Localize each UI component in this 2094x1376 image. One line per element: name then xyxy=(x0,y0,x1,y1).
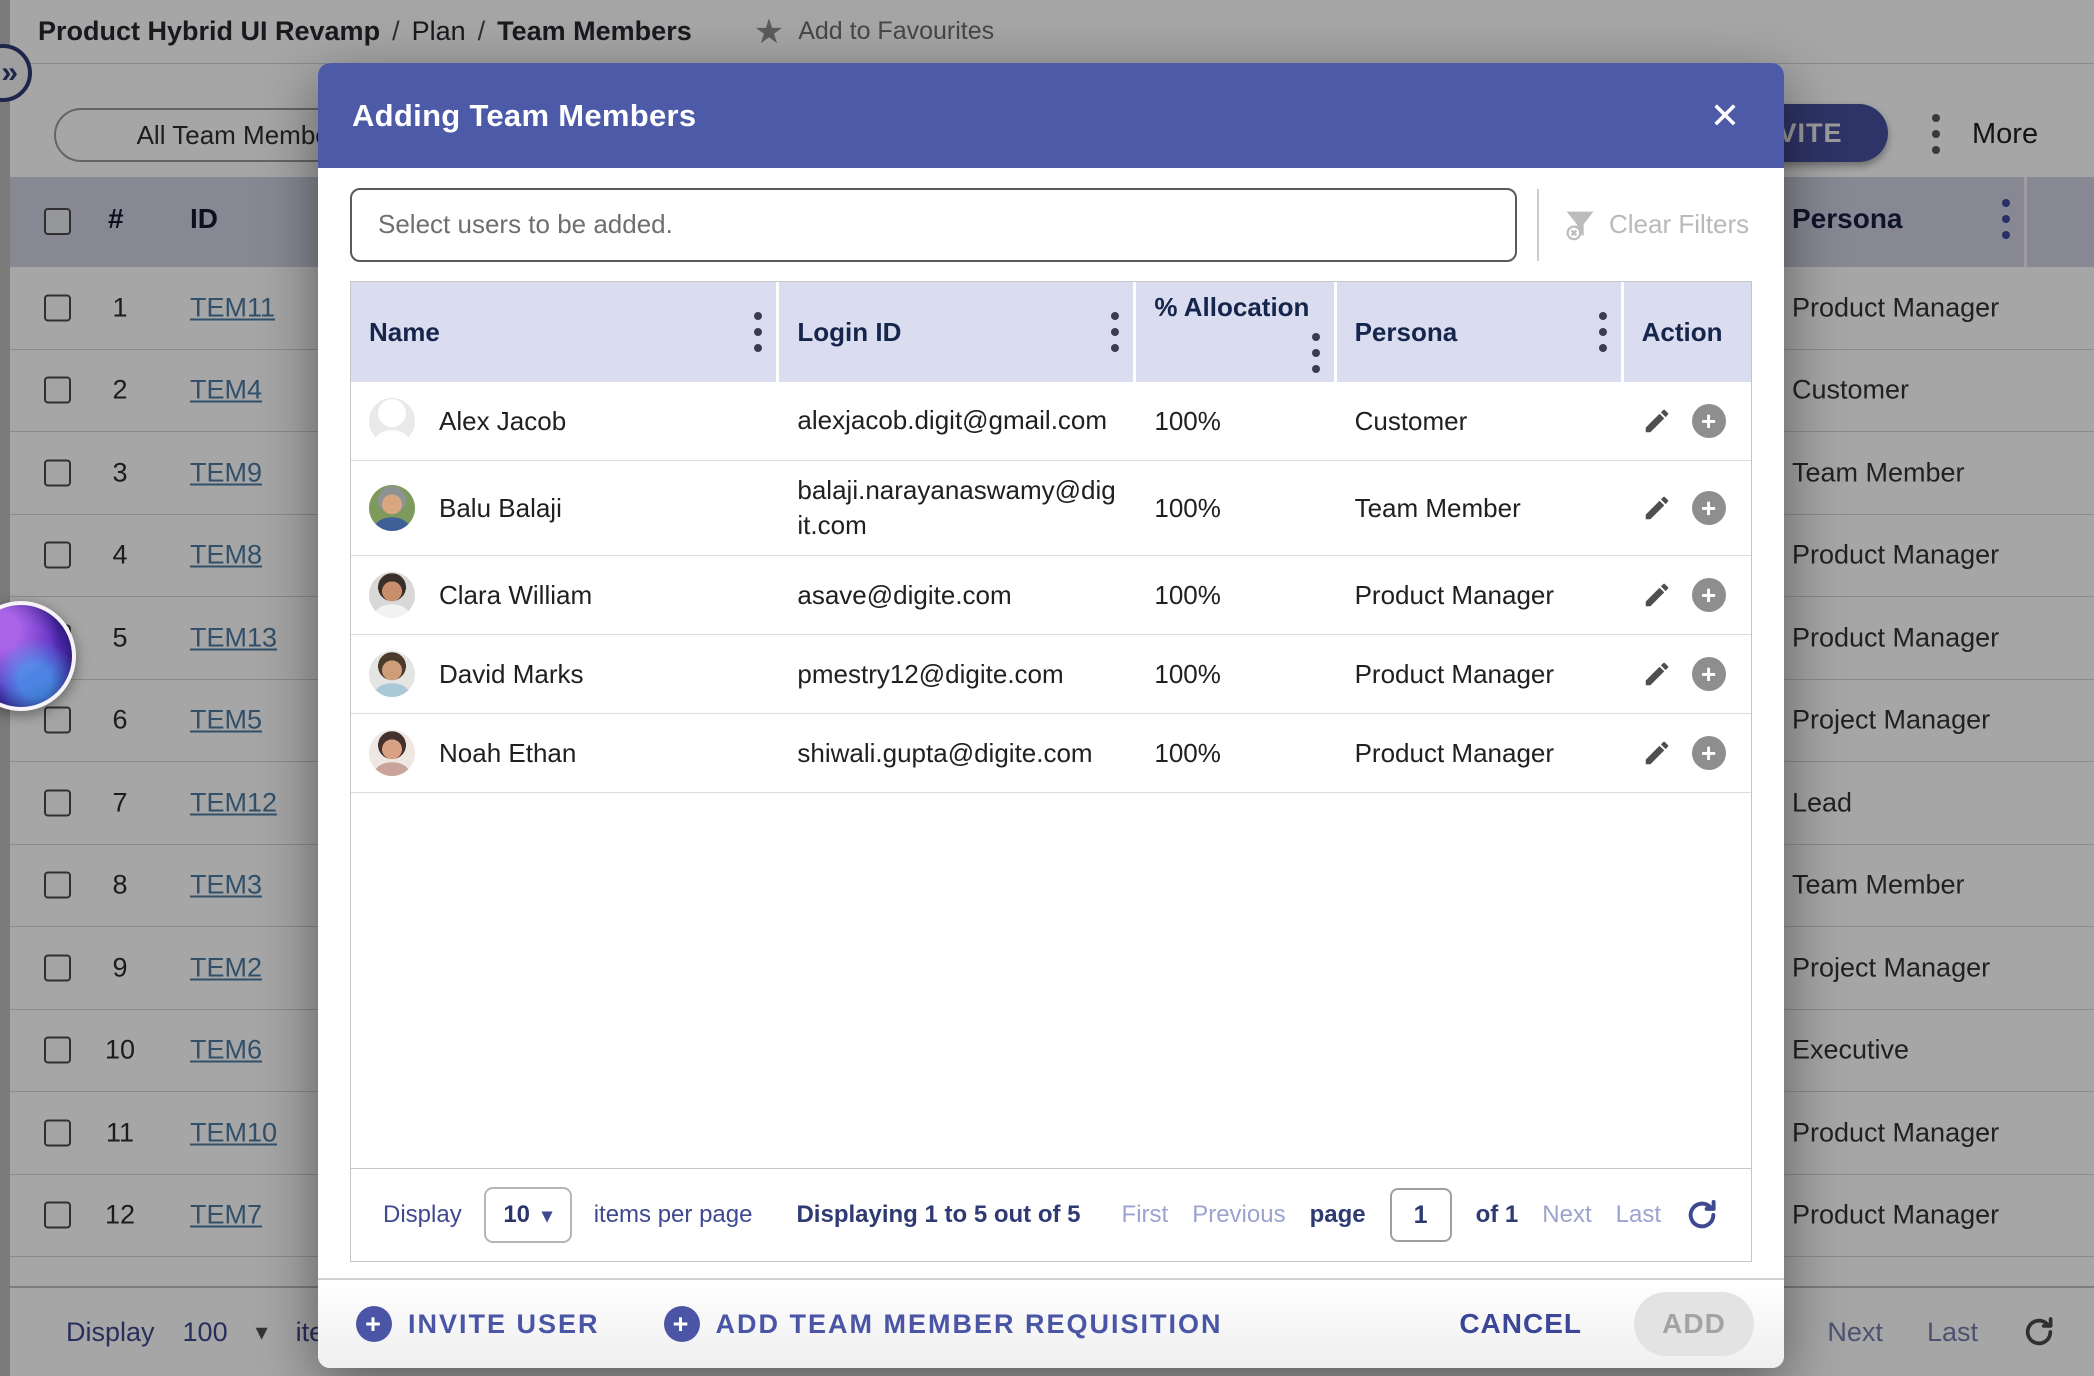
users-table-header: Name Login ID % Allocation Persona Actio… xyxy=(351,282,1751,382)
table-pagination: Display 10 ▾ items per page Displaying 1… xyxy=(351,1168,1751,1261)
kebab-icon[interactable] xyxy=(1598,312,1607,352)
add-user-icon[interactable]: + xyxy=(1691,404,1726,438)
user-search-input[interactable] xyxy=(350,187,1517,262)
divider xyxy=(1537,188,1539,261)
col-login-label: Login ID xyxy=(797,316,902,347)
avatar xyxy=(369,398,415,444)
user-login-id: alexjacob.digit@gmail.com xyxy=(797,405,1108,436)
first-page-link[interactable]: First xyxy=(1122,1201,1169,1229)
invite-user-button[interactable]: + INVITE USER xyxy=(356,1306,600,1342)
add-button[interactable]: ADD xyxy=(1634,1292,1754,1356)
display-label: Display xyxy=(383,1201,462,1228)
user-login-id: shiwali.gupta@digite.com xyxy=(797,737,1093,768)
kebab-icon[interactable] xyxy=(754,312,763,352)
user-row: David Marks pmestry12@digite.com 100% Produ… xyxy=(351,635,1751,715)
user-login-id: asave@digite.com xyxy=(797,579,1012,610)
user-allocation: 100% xyxy=(1154,405,1221,436)
screen: Product Hybrid UI Revamp / Plan / Team M… xyxy=(0,0,2094,1376)
items-per-page-label: items per page xyxy=(593,1201,753,1228)
next-page-link[interactable]: Next xyxy=(1542,1201,1591,1229)
avatar xyxy=(369,485,415,532)
col-persona[interactable]: Persona xyxy=(1337,282,1624,382)
plus-icon: + xyxy=(356,1306,392,1342)
edit-icon[interactable] xyxy=(1642,493,1672,523)
avatar xyxy=(369,651,415,698)
avatar xyxy=(369,572,415,619)
edit-icon[interactable] xyxy=(1642,406,1672,436)
col-allocation-label: % Allocation xyxy=(1154,291,1310,322)
user-name: Alex Jacob xyxy=(439,405,567,436)
kebab-icon[interactable] xyxy=(1311,332,1320,373)
user-row: Balu Balaji balaji.narayanaswamy@digit.co… xyxy=(351,461,1751,557)
col-name-label: Name xyxy=(369,316,440,347)
edit-icon[interactable] xyxy=(1642,659,1672,689)
user-allocation: 100% xyxy=(1154,737,1221,768)
last-page-link[interactable]: Last xyxy=(1616,1201,1661,1229)
user-persona: Team Member xyxy=(1354,492,1521,523)
add-requisition-label: ADD TEAM MEMBER REQUISITION xyxy=(715,1308,1223,1339)
add-user-icon[interactable]: + xyxy=(1691,578,1726,613)
close-icon[interactable]: ✕ xyxy=(1710,97,1740,134)
pagination-summary: Displaying 1 to 5 out of 5 xyxy=(796,1201,1081,1228)
add-team-member-requisition-button[interactable]: + ADD TEAM MEMBER REQUISITION xyxy=(663,1306,1223,1342)
user-allocation: 100% xyxy=(1154,492,1221,523)
user-name: Noah Ethan xyxy=(439,737,577,768)
pagination-controls: First Previous page of 1 Next Last xyxy=(1122,1188,1719,1242)
col-action: Action xyxy=(1624,282,1751,382)
user-row: Clara William asave@digite.com 100% Product… xyxy=(351,556,1751,636)
page-number-input[interactable] xyxy=(1389,1188,1452,1242)
dialog-footer: + INVITE USER + ADD TEAM MEMBER REQUISIT… xyxy=(318,1278,1784,1368)
cancel-button[interactable]: CANCEL xyxy=(1459,1308,1582,1340)
user-login-id: balaji.narayanaswamy@digit.com xyxy=(797,475,1116,541)
kebab-icon[interactable] xyxy=(1111,312,1120,352)
refresh-icon[interactable] xyxy=(1685,1198,1719,1232)
page-size-value: 10 xyxy=(503,1201,531,1228)
user-login-id: pmestry12@digite.com xyxy=(797,658,1064,689)
plus-icon: + xyxy=(663,1306,700,1342)
dialog-actions: CANCEL ADD xyxy=(1459,1292,1754,1356)
page-of-label: of 1 xyxy=(1475,1201,1519,1228)
add-user-icon[interactable]: + xyxy=(1691,491,1726,526)
modal-table-body: Alex Jacob alexjacob.digit@gmail.com 100% C… xyxy=(351,382,1751,794)
user-persona: Product Manager xyxy=(1354,737,1555,768)
user-row: Alex Jacob alexjacob.digit@gmail.com 100% C… xyxy=(351,382,1751,461)
avatar xyxy=(369,730,415,777)
adding-team-members-dialog: Adding Team Members ✕ Clear Filters Name xyxy=(318,63,1784,1368)
user-name: Balu Balaji xyxy=(439,492,562,523)
user-name: Clara William xyxy=(439,579,593,610)
user-name: David Marks xyxy=(439,658,584,689)
dialog-header: Adding Team Members ✕ xyxy=(318,63,1784,168)
col-action-label: Action xyxy=(1641,316,1723,347)
dialog-title: Adding Team Members xyxy=(352,97,697,133)
table-empty-space xyxy=(351,793,1751,1168)
col-login-id[interactable]: Login ID xyxy=(779,282,1137,382)
user-allocation: 100% xyxy=(1154,579,1221,610)
edit-icon[interactable] xyxy=(1642,580,1672,610)
page-label: page xyxy=(1309,1201,1366,1228)
clear-filters-button[interactable]: Clear Filters xyxy=(1563,208,1749,242)
add-user-icon[interactable]: + xyxy=(1691,736,1726,771)
user-allocation: 100% xyxy=(1154,658,1221,689)
previous-page-link[interactable]: Previous xyxy=(1192,1201,1285,1229)
clear-filters-label: Clear Filters xyxy=(1609,209,1750,239)
invite-user-label: INVITE USER xyxy=(408,1308,600,1339)
users-table: Name Login ID % Allocation Persona Actio… xyxy=(350,281,1752,1262)
user-row: Noah Ethan shiwali.gupta@digite.com 100% Pr… xyxy=(351,714,1751,794)
col-name[interactable]: Name xyxy=(351,282,780,382)
user-persona: Customer xyxy=(1354,405,1468,436)
col-persona-label: Persona xyxy=(1354,316,1458,347)
search-row: Clear Filters xyxy=(318,168,1784,281)
col-allocation[interactable]: % Allocation xyxy=(1136,282,1337,382)
edit-icon[interactable] xyxy=(1642,738,1672,768)
user-persona: Product Manager xyxy=(1354,579,1555,610)
filter-clear-icon xyxy=(1566,211,1594,240)
page-size-select[interactable]: 10 ▾ xyxy=(483,1187,572,1243)
caret-down-icon: ▾ xyxy=(542,1204,553,1227)
add-user-icon[interactable]: + xyxy=(1691,657,1726,692)
user-persona: Product Manager xyxy=(1354,658,1555,689)
